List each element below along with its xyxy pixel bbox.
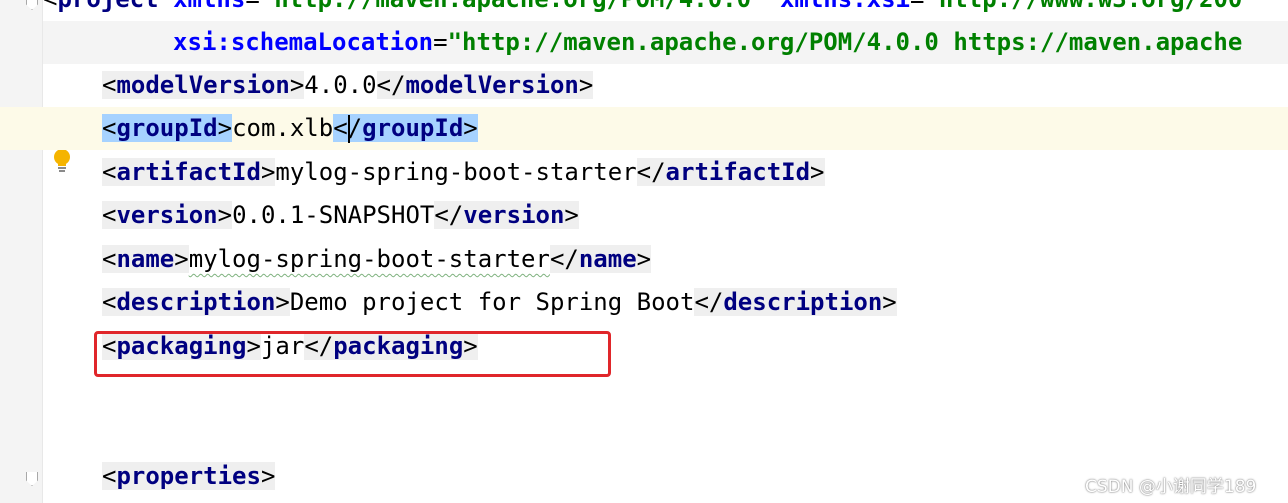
tag-name: properties <box>116 462 261 490</box>
tag-name: project <box>57 0 158 13</box>
tag-name: groupId <box>362 114 464 142</box>
open-tag: <artifactId> <box>102 158 276 186</box>
tag-name: artifactId <box>116 158 261 186</box>
attribute-value: "http://maven.apache.org/POM/4.0.0" <box>260 0 766 13</box>
code-line-version[interactable]: <version>0.0.1-SNAPSHOT</version> <box>102 194 579 237</box>
tag-text: mylog-spring-boot-starter <box>188 245 550 273</box>
attribute-name: xmlns:xsi <box>780 0 910 13</box>
watermark: CSDN @小谢同学189 <box>1085 477 1257 497</box>
close-tag: </modelVersion> <box>376 71 594 99</box>
code-line-properties[interactable]: <properties> <box>102 455 276 498</box>
attribute-name: xsi:schemaLocation <box>173 28 434 56</box>
code-line-artifactid[interactable]: <artifactId>mylog-spring-boot-starter</a… <box>102 151 825 194</box>
tag-text: Demo project for Spring Boot <box>289 288 695 316</box>
lightbulb-icon[interactable] <box>53 149 71 173</box>
tag-name: artifactId <box>665 158 811 186</box>
close-tag: </description> <box>694 288 897 316</box>
equals-sign: = <box>910 0 924 13</box>
gutter-divider <box>42 0 43 503</box>
code-line-groupid[interactable]: <groupId>com.xlb</groupId> <box>102 107 478 150</box>
code-line-schema[interactable]: xsi:schemaLocation="http://maven.apache.… <box>43 21 1288 64</box>
tag-text: com.xlb <box>232 114 334 142</box>
text-caret <box>347 115 350 143</box>
tag-text: 0.0.1-SNAPSHOT <box>232 201 435 229</box>
close-tag-selected: </groupId> <box>333 114 478 143</box>
editor-gutter <box>0 0 43 503</box>
equals-sign: = <box>433 28 448 56</box>
attribute-name: xmlns <box>173 0 245 13</box>
close-tag: </version> <box>434 201 579 229</box>
tag-name: modelVersion <box>405 71 579 99</box>
tag-name: description <box>723 288 883 316</box>
open-tag: <modelVersion> <box>102 71 305 99</box>
open-tag: <name> <box>102 245 189 273</box>
open-tag: <description> <box>102 288 290 316</box>
open-tag: <version> <box>102 201 233 229</box>
tag-text: 4.0.0 <box>304 71 377 99</box>
tag-name: groupId <box>116 114 218 142</box>
open-tag-selected: <groupId> <box>102 114 233 142</box>
tag-name: description <box>116 288 276 316</box>
tag-name: modelVersion <box>116 71 290 99</box>
tag-text: mylog-spring-boot-starter <box>275 158 637 186</box>
close-tag: </name> <box>549 245 652 273</box>
code-line-project[interactable]: <project xmlns="http://maven.apache.org/… <box>43 0 1242 21</box>
code-line-modelversion[interactable]: <modelVersion>4.0.0</modelVersion> <box>102 64 594 107</box>
code-line-name[interactable]: <name>mylog-spring-boot-starter</name> <box>102 238 652 281</box>
tag-name: version <box>116 201 218 229</box>
annotation-highlight-box <box>94 331 611 377</box>
code-line-description[interactable]: <description>Demo project for Spring Boo… <box>102 281 897 324</box>
open-tag: <properties> <box>102 462 276 490</box>
bracket: < <box>43 0 57 13</box>
attribute-value: "http://www.w3.org/200 <box>924 0 1242 13</box>
equals-sign: = <box>245 0 259 13</box>
tag-name: name <box>578 245 637 273</box>
tag-name: version <box>463 201 565 229</box>
close-tag: </artifactId> <box>636 158 825 186</box>
attribute-value: "http://maven.apache.org/POM/4.0.0 https… <box>447 28 1243 56</box>
tag-name: name <box>116 245 175 273</box>
